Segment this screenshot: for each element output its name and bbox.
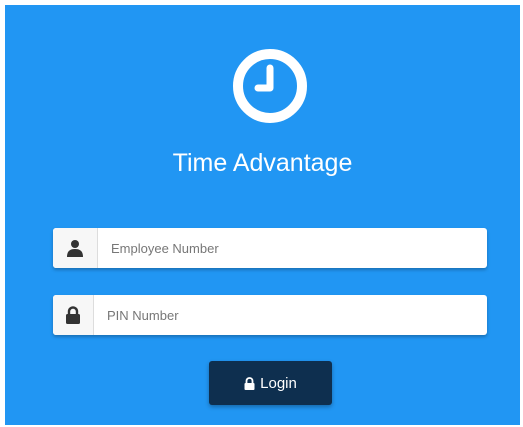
lock-icon (244, 376, 255, 390)
pin-number-field (53, 295, 487, 335)
app-title: Time Advantage (172, 149, 353, 177)
employee-number-field (53, 228, 487, 268)
employee-number-input[interactable] (111, 228, 471, 268)
user-icon (53, 228, 98, 268)
pin-number-input[interactable] (107, 295, 471, 335)
login-button[interactable]: Login (209, 361, 332, 405)
clock-icon (233, 49, 307, 123)
login-panel: Time Advantage Login (5, 5, 520, 425)
lock-icon (53, 295, 94, 335)
login-button-label: Login (260, 374, 297, 392)
